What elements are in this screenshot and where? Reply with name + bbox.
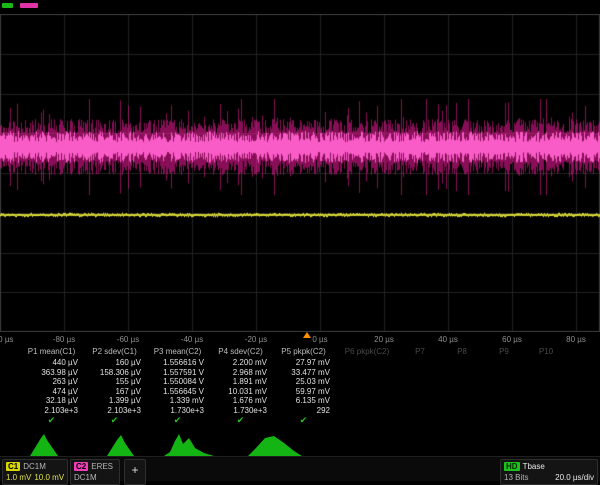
c2-chip: C2 [74, 462, 88, 471]
timebase-title: Tbase [523, 462, 545, 471]
measure-status-check: ✔ [272, 415, 335, 426]
timebase-scale: 20.0 µs/div [555, 473, 594, 482]
measure-row-min: 263 µV 155 µV 1.550084 V 1.891 mV 25.03 … [20, 377, 600, 387]
measure-status-check: ✔ [146, 415, 209, 426]
measure-value: 1.550084 V [146, 377, 209, 387]
channel-descriptor-c1[interactable]: C1 DC1M 1.0 mV 10.0 mV [2, 459, 68, 485]
measure-value: 1.339 mV [146, 396, 209, 406]
hd-badge: HD [504, 462, 520, 471]
measure-value: 2.968 mV [209, 368, 272, 378]
measure-value: 1.891 mV [209, 377, 272, 387]
measure-status-check: ✔ [83, 415, 146, 426]
measurement-table: P1 mean(C1) P2 sdev(C1) P3 mean(C2) P4 s… [20, 347, 600, 426]
top-annotations [2, 3, 41, 9]
time-label: 20 µs [374, 335, 394, 344]
c1-coupling: DC1M [23, 462, 46, 471]
time-label: -60 µs [117, 335, 139, 344]
measure-value: 363.98 µV [20, 368, 83, 378]
measure-value: 160 µV [83, 358, 146, 368]
measure-row-num: 2.103e+3 2.103e+3 1.730e+3 1.730e+3 292 [20, 406, 600, 416]
measure-header-p6[interactable]: P6 pkpk(C2) [335, 347, 399, 358]
measure-value: 1.676 mV [209, 396, 272, 406]
histicon-p1 [24, 431, 64, 457]
measure-header-p1[interactable]: P1 mean(C1) [20, 347, 83, 358]
measure-value: 25.03 mV [272, 377, 335, 387]
measure-value: 1.556645 V [146, 387, 209, 397]
timebase-descriptor[interactable]: HD Tbase 13 Bits 20.0 µs/div [500, 459, 598, 485]
measure-header-p2[interactable]: P2 sdev(C1) [83, 347, 146, 358]
measure-value: 158.306 µV [83, 368, 146, 378]
c2-mode: ERES [91, 462, 113, 471]
time-label: -20 µs [245, 335, 267, 344]
measure-status-check: ✔ [20, 415, 83, 426]
measure-value: 1.556616 V [146, 358, 209, 368]
measure-header-p8[interactable]: P8 [441, 347, 483, 358]
measure-value: 1.399 µV [83, 396, 146, 406]
histicon-p2 [100, 431, 140, 457]
channel-descriptor-c2[interactable]: C2 ERES DC1M [70, 459, 120, 485]
measure-value: 2.103e+3 [83, 406, 146, 416]
annotation-green-icon [2, 3, 13, 8]
waveform-canvas[interactable] [0, 14, 600, 332]
measure-value: 167 µV [83, 387, 146, 397]
measure-value: 27.97 mV [272, 358, 335, 368]
measurement-header-row: P1 mean(C1) P2 sdev(C1) P3 mean(C2) P4 s… [20, 347, 600, 358]
measure-row-mean: 363.98 µV 158.306 µV 1.557591 V 2.968 mV… [20, 368, 600, 378]
time-label: 0 µs [312, 335, 327, 344]
c1-volt-div: 1.0 mV [6, 473, 31, 482]
measure-value: 440 µV [20, 358, 83, 368]
measure-status-row: ✔ ✔ ✔ ✔ ✔ [20, 415, 600, 426]
measure-value: 59.97 mV [272, 387, 335, 397]
measure-value: 6.135 mV [272, 396, 335, 406]
time-label: -100 µs [0, 335, 13, 344]
measure-header-p4[interactable]: P4 sdev(C2) [209, 347, 272, 358]
measure-value: 263 µV [20, 377, 83, 387]
timebase-bits: 13 Bits [504, 473, 528, 482]
bottom-descriptor-bar: C1 DC1M 1.0 mV 10.0 mV C2 ERES DC1M + HD… [0, 456, 600, 481]
measure-value: 2.103e+3 [20, 406, 83, 416]
measure-header-p3[interactable]: P3 mean(C2) [146, 347, 209, 358]
waveform-grid-area[interactable] [0, 14, 600, 332]
add-trace-button[interactable]: + [124, 459, 146, 485]
measure-value: 1.730e+3 [146, 406, 209, 416]
c1-chip: C1 [6, 462, 20, 471]
measure-value: 2.200 mV [209, 358, 272, 368]
histicon-p4 [246, 431, 304, 457]
time-label: -40 µs [181, 335, 203, 344]
measure-value: 292 [272, 406, 335, 416]
measure-row-max: 474 µV 167 µV 1.556645 V 10.031 mV 59.97… [20, 387, 600, 397]
measure-value: 1.557591 V [146, 368, 209, 378]
measure-row-sdev: 32.18 µV 1.399 µV 1.339 mV 1.676 mV 6.13… [20, 396, 600, 406]
c2-coupling: DC1M [74, 473, 97, 482]
measure-header-p7[interactable]: P7 [399, 347, 441, 358]
measure-header-p10[interactable]: P10 [525, 347, 567, 358]
measure-value: 32.18 µV [20, 396, 83, 406]
time-label: 60 µs [502, 335, 522, 344]
measure-header-p5[interactable]: P5 pkpk(C2) [272, 347, 335, 358]
measure-row-value: 440 µV 160 µV 1.556616 V 2.200 mV 27.97 … [20, 358, 600, 368]
measure-status-check: ✔ [209, 415, 272, 426]
measure-value: 1.730e+3 [209, 406, 272, 416]
annotation-magenta-icon [20, 3, 38, 8]
measure-value: 10.031 mV [209, 387, 272, 397]
histicon-p3 [162, 431, 216, 457]
measure-value: 155 µV [83, 377, 146, 387]
time-axis: -100 µs -80 µs -60 µs -40 µs -20 µs 0 µs… [0, 335, 600, 345]
time-label: -80 µs [53, 335, 75, 344]
measure-value: 474 µV [20, 387, 83, 397]
time-label: 80 µs [566, 335, 586, 344]
measure-header-p9[interactable]: P9 [483, 347, 525, 358]
time-label: 40 µs [438, 335, 458, 344]
c1-offset: 10.0 mV [34, 473, 64, 482]
measure-value: 33.477 mV [272, 368, 335, 378]
